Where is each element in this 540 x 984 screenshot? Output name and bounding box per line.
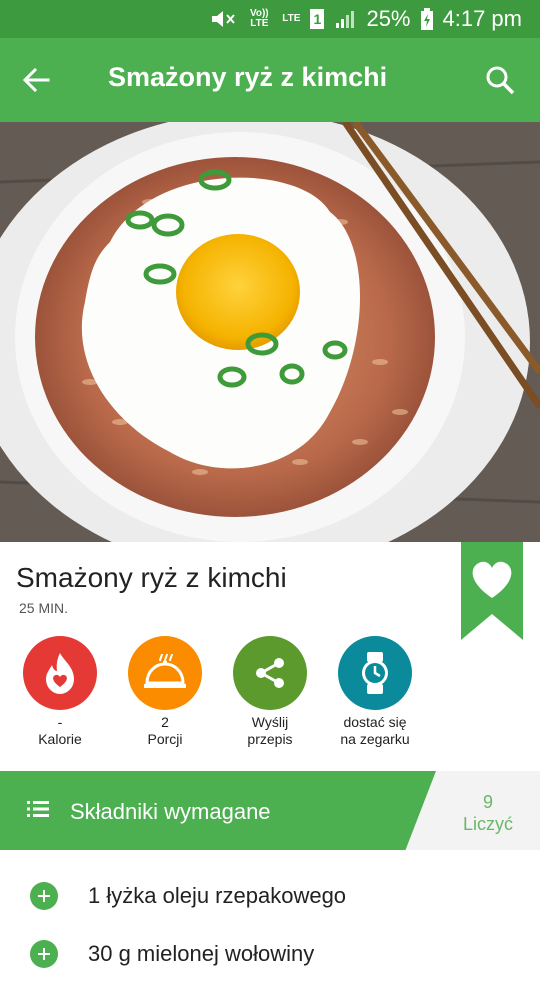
battery-percent: 25% bbox=[366, 6, 411, 31]
ingredients-count-value: 9 bbox=[482, 792, 493, 812]
ingredients-title: Składniki wymagane bbox=[70, 799, 271, 824]
calories-circle bbox=[23, 636, 97, 710]
clock: 4:17 pm bbox=[442, 6, 523, 31]
recipe-title: Smażony ryż z kimchi bbox=[16, 562, 287, 593]
servings-info: 2 Porcji bbox=[110, 636, 220, 748]
ingredients-count-label: Liczyć bbox=[462, 814, 513, 834]
calories-info: - Kalorie bbox=[5, 636, 115, 748]
list-icon bbox=[27, 801, 49, 817]
flame-heart-icon bbox=[46, 653, 74, 694]
servings-label: Porcji bbox=[147, 731, 183, 747]
add-ingredient-button[interactable] bbox=[30, 882, 58, 910]
status-bar: Vo)) LTE LTE 1 25% 4:17 pm bbox=[0, 0, 540, 38]
recipe-time: 25 MIN. bbox=[19, 600, 69, 616]
add-ingredient-button[interactable] bbox=[30, 940, 58, 968]
search-icon[interactable] bbox=[484, 64, 516, 96]
share-label-line1: Wyślij bbox=[251, 714, 289, 730]
arrow-left-icon[interactable] bbox=[20, 64, 52, 96]
share-recipe-button[interactable]: Wyślij przepis bbox=[215, 636, 325, 748]
servings-value: 2 bbox=[161, 714, 169, 730]
battery-charging-icon bbox=[420, 8, 433, 30]
share-label-line2: przepis bbox=[247, 731, 293, 747]
app-title: Smażony ryż z kimchi bbox=[108, 62, 388, 92]
watch-label-line2: na zegarku bbox=[340, 731, 410, 747]
watch-label-line1: dostać się bbox=[343, 714, 407, 730]
calories-value: - bbox=[57, 714, 63, 730]
send-to-watch-button[interactable]: dostać się na zegarku bbox=[320, 636, 430, 748]
volte-indicator: Vo)) LTE bbox=[249, 8, 269, 29]
servings-circle bbox=[128, 636, 202, 710]
ingredient-text: 30 g mielonej wołowiny bbox=[88, 941, 315, 966]
watch-circle[interactable] bbox=[338, 636, 412, 710]
sim-indicator: 1 bbox=[310, 9, 325, 29]
signal-icon bbox=[336, 11, 355, 28]
recipe-photo bbox=[0, 122, 540, 542]
calories-label: Kalorie bbox=[38, 731, 82, 747]
share-circle[interactable] bbox=[233, 636, 307, 710]
lte-indicator: LTE bbox=[282, 13, 301, 24]
share-icon bbox=[256, 658, 284, 688]
list-item: 30 g mielonej wołowiny bbox=[0, 928, 540, 984]
ingredients-header: Składniki wymagane 9 Liczyć bbox=[0, 771, 540, 850]
watch-icon bbox=[362, 652, 388, 694]
ingredients-count: 9 Liczyć bbox=[436, 791, 540, 835]
ingredient-text: 1 łyżka oleju rzepakowego bbox=[88, 883, 347, 908]
status-icons: Vo)) LTE LTE 1 25% 4:17 pm bbox=[210, 0, 522, 38]
favorite-bookmark[interactable] bbox=[461, 542, 523, 640]
list-item: 1 łyżka oleju rzepakowego bbox=[0, 870, 540, 926]
mute-icon bbox=[212, 11, 236, 27]
app-bar: Smażony ryż z kimchi bbox=[0, 38, 540, 122]
serving-dish-icon bbox=[144, 653, 186, 688]
